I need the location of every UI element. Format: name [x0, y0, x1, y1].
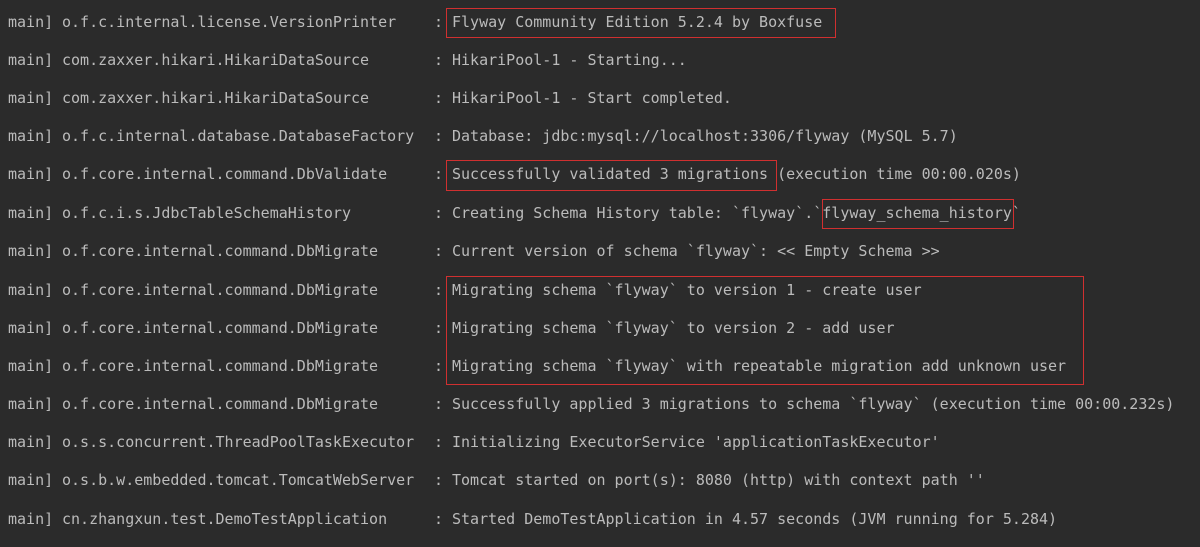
log-separator: : [434, 165, 444, 183]
log-logger: o.f.c.i.s.JdbcTableSchemaHistory [62, 204, 351, 222]
log-message: Started DemoTestApplication in 4.57 seco… [452, 510, 1058, 528]
log-line: main] o.f.c.internal.database.DatabaseFa… [0, 124, 958, 148]
log-message: Creating Schema History table: `flyway`.… [452, 204, 1021, 222]
log-message: Flyway Community Edition 5.2.4 by Boxfus… [452, 13, 823, 31]
log-logger: com.zaxxer.hikari.HikariDataSource [62, 51, 370, 69]
log-logger: o.f.core.internal.command.DbMigrate [62, 395, 379, 413]
log-logger: o.f.c.internal.database.DatabaseFactory [62, 127, 415, 145]
log-message: HikariPool-1 - Starting... [452, 51, 687, 69]
log-message: Initializing ExecutorService 'applicatio… [452, 433, 940, 451]
log-thread: main] [8, 51, 54, 69]
log-thread: main] [8, 357, 54, 375]
log-separator: : [434, 89, 444, 107]
console-output[interactable]: main] o.f.c.internal.license.VersionPrin… [0, 0, 1200, 547]
log-line: main] cn.zhangxun.test.DemoTestApplicati… [0, 507, 1057, 531]
log-logger: com.zaxxer.hikari.HikariDataSource [62, 89, 370, 107]
log-logger: o.f.core.internal.command.DbMigrate [62, 319, 379, 337]
log-line: main] o.f.core.internal.command.DbMigrat… [0, 392, 1174, 416]
log-separator: : [434, 204, 444, 222]
log-logger: o.f.c.internal.license.VersionPrinter [62, 13, 397, 31]
log-logger: o.f.core.internal.command.DbValidate [62, 165, 388, 183]
log-thread: main] [8, 127, 54, 145]
log-separator: : [434, 471, 444, 489]
log-separator: : [434, 127, 444, 145]
log-message: Tomcat started on port(s): 8080 (http) w… [452, 471, 985, 489]
log-thread: main] [8, 89, 54, 107]
log-thread: main] [8, 281, 54, 299]
log-separator: : [434, 51, 444, 69]
log-line: main] o.f.core.internal.command.DbMigrat… [0, 354, 1066, 378]
log-thread: main] [8, 395, 54, 413]
log-thread: main] [8, 204, 54, 222]
log-separator: : [434, 242, 444, 260]
log-line: main] o.f.core.internal.command.DbMigrat… [0, 239, 940, 263]
log-message: Migrating schema `flyway` to version 1 -… [452, 281, 922, 299]
log-line: main] com.zaxxer.hikari.HikariDataSource… [0, 86, 732, 110]
log-logger: cn.zhangxun.test.DemoTestApplication [62, 510, 388, 528]
log-message: HikariPool-1 - Start completed. [452, 89, 732, 107]
log-logger: o.s.b.w.embedded.tomcat.TomcatWebServer [62, 471, 415, 489]
log-separator: : [434, 395, 444, 413]
log-thread: main] [8, 242, 54, 260]
log-thread: main] [8, 165, 54, 183]
log-message: Database: jdbc:mysql://localhost:3306/fl… [452, 127, 958, 145]
log-message: Current version of schema `flyway`: << E… [452, 242, 940, 260]
log-logger: o.f.core.internal.command.DbMigrate [62, 242, 379, 260]
log-line: main] o.s.b.w.embedded.tomcat.TomcatWebS… [0, 468, 985, 492]
log-line: main] o.f.core.internal.command.DbMigrat… [0, 316, 895, 340]
log-line: main] com.zaxxer.hikari.HikariDataSource… [0, 48, 687, 72]
log-logger: o.s.s.concurrent.ThreadPoolTaskExecutor [62, 433, 415, 451]
log-line: main] o.f.c.i.s.JdbcTableSchemaHistory :… [0, 201, 1021, 225]
log-line: main] o.f.c.internal.license.VersionPrin… [0, 10, 822, 34]
log-separator: : [434, 13, 444, 31]
log-thread: main] [8, 471, 54, 489]
log-separator: : [434, 433, 444, 451]
log-logger: o.f.core.internal.command.DbMigrate [62, 281, 379, 299]
log-logger: o.f.core.internal.command.DbMigrate [62, 357, 379, 375]
log-line: main] o.f.core.internal.command.DbMigrat… [0, 278, 922, 302]
log-message: Migrating schema `flyway` to version 2 -… [452, 319, 895, 337]
log-separator: : [434, 357, 444, 375]
log-line: main] o.s.s.concurrent.ThreadPoolTaskExe… [0, 430, 940, 454]
log-thread: main] [8, 13, 54, 31]
log-separator: : [434, 281, 444, 299]
log-message: Successfully applied 3 migrations to sch… [452, 395, 1175, 413]
log-separator: : [434, 510, 444, 528]
log-message: Successfully validated 3 migrations (exe… [452, 165, 1021, 183]
log-thread: main] [8, 433, 54, 451]
log-thread: main] [8, 319, 54, 337]
log-thread: main] [8, 510, 54, 528]
log-separator: : [434, 319, 444, 337]
log-line: main] o.f.core.internal.command.DbValida… [0, 162, 1021, 186]
log-message: Migrating schema `flyway` with repeatabl… [452, 357, 1067, 375]
